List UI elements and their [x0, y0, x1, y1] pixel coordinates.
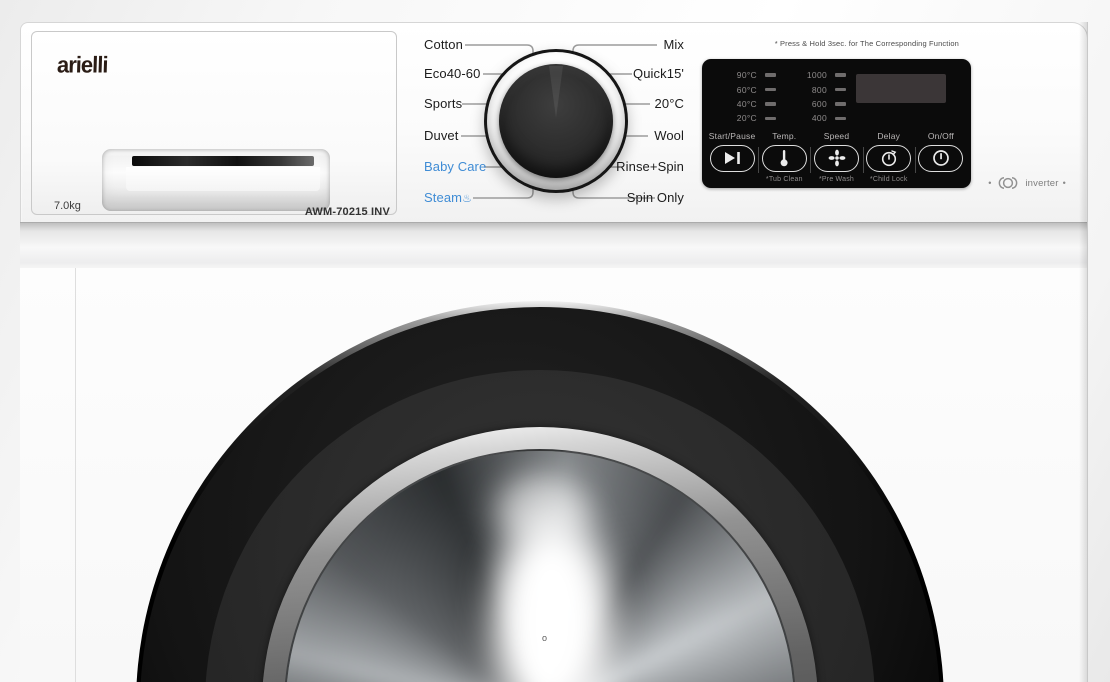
- steam-icon: ♨: [462, 193, 472, 205]
- temp-led-20: [765, 117, 776, 121]
- drawer-recess-face: [126, 167, 320, 191]
- inverter-badge: • inverter •: [971, 175, 1083, 191]
- speed-led-800: [835, 88, 846, 92]
- temp-button[interactable]: [762, 145, 807, 173]
- glass-center-mark: o: [542, 633, 547, 643]
- play-pause-icon: [722, 151, 743, 165]
- temp-led-40: [765, 102, 776, 106]
- temp-row: 90°C: [714, 68, 776, 82]
- program-label-eco: Eco40-60: [424, 66, 480, 82]
- cabinet-right-edge: [1079, 22, 1088, 682]
- temp-row: 20°C: [714, 111, 776, 125]
- badge-dot: •: [1063, 178, 1066, 188]
- delay-control: Delay *Child Lock: [863, 131, 915, 185]
- start-pause-control: Start/Pause: [706, 131, 758, 185]
- detergent-drawer-handle[interactable]: [102, 149, 330, 211]
- speed-led-400: [835, 117, 846, 121]
- inverter-motor-icon: [995, 176, 1021, 190]
- speed-led-600: [835, 102, 846, 106]
- program-label-baby-care: Baby Care: [424, 159, 486, 175]
- front-panel-seam: [75, 268, 76, 682]
- brand-logo: arielli: [57, 51, 108, 78]
- temp-led-90: [765, 73, 776, 77]
- temp-row: 60°C: [714, 82, 776, 96]
- model-label: AWM-70215 INV: [282, 206, 390, 218]
- speed-row: 600: [790, 97, 846, 111]
- program-label-cotton: Cotton: [424, 37, 463, 53]
- temp-control: Temp. *Tub Clean: [758, 131, 810, 185]
- start-pause-button[interactable]: [710, 145, 755, 173]
- temperature-indicators: 90°C 60°C 40°C 20°C: [714, 68, 776, 126]
- on-off-button[interactable]: [918, 145, 963, 173]
- knob-pointer: [549, 66, 563, 118]
- program-label-steam: Steam♨: [424, 190, 472, 207]
- product-photo: { "brand": { "logo": "arielli", "capacit…: [0, 0, 1110, 682]
- fan-icon: [828, 149, 846, 167]
- digital-display: [856, 74, 946, 103]
- control-panel: 90°C 60°C 40°C 20°C 1000 800 600 400 Sta…: [702, 59, 971, 188]
- on-off-control: On/Off: [915, 131, 967, 185]
- speed-led-1000: [835, 73, 846, 77]
- delay-button[interactable]: [866, 145, 911, 173]
- program-knob[interactable]: [484, 49, 628, 193]
- speed-button[interactable]: [814, 145, 859, 173]
- press-hold-note: * Press & Hold 3sec. for The Correspondi…: [701, 39, 959, 48]
- speed-row: 1000: [790, 68, 846, 82]
- spin-speed-indicators: 1000 800 600 400: [790, 68, 846, 126]
- program-knob-face: [499, 64, 613, 178]
- program-label-spin-only: Spin Only: [561, 190, 684, 206]
- capacity-label: 7.0kg: [54, 200, 81, 212]
- detergent-drawer-panel: arielli 7.0kg AWM-70215 INV: [31, 31, 397, 215]
- inverter-label: inverter: [1025, 178, 1058, 189]
- program-label-mix: Mix: [561, 37, 684, 53]
- button-row: Start/Pause Temp.: [706, 131, 967, 185]
- speed-row: 400: [790, 111, 846, 125]
- body-seam-band: [20, 222, 1088, 268]
- temp-row: 40°C: [714, 97, 776, 111]
- drawer-grip-slot: [132, 156, 314, 166]
- thermometer-icon: [779, 149, 789, 167]
- washing-machine: arielli 7.0kg AWM-70215 INV: [20, 22, 1088, 682]
- speed-row: 800: [790, 82, 846, 96]
- program-label-duvet: Duvet: [424, 128, 458, 144]
- speed-control: Speed *Pre Wash: [810, 131, 862, 185]
- badge-dot: •: [988, 178, 991, 188]
- temp-led-60: [765, 88, 776, 92]
- control-fascia: arielli 7.0kg AWM-70215 INV: [20, 22, 1088, 222]
- power-icon: [932, 149, 950, 167]
- program-label-sports: Sports: [424, 96, 462, 112]
- timer-icon: [880, 149, 898, 167]
